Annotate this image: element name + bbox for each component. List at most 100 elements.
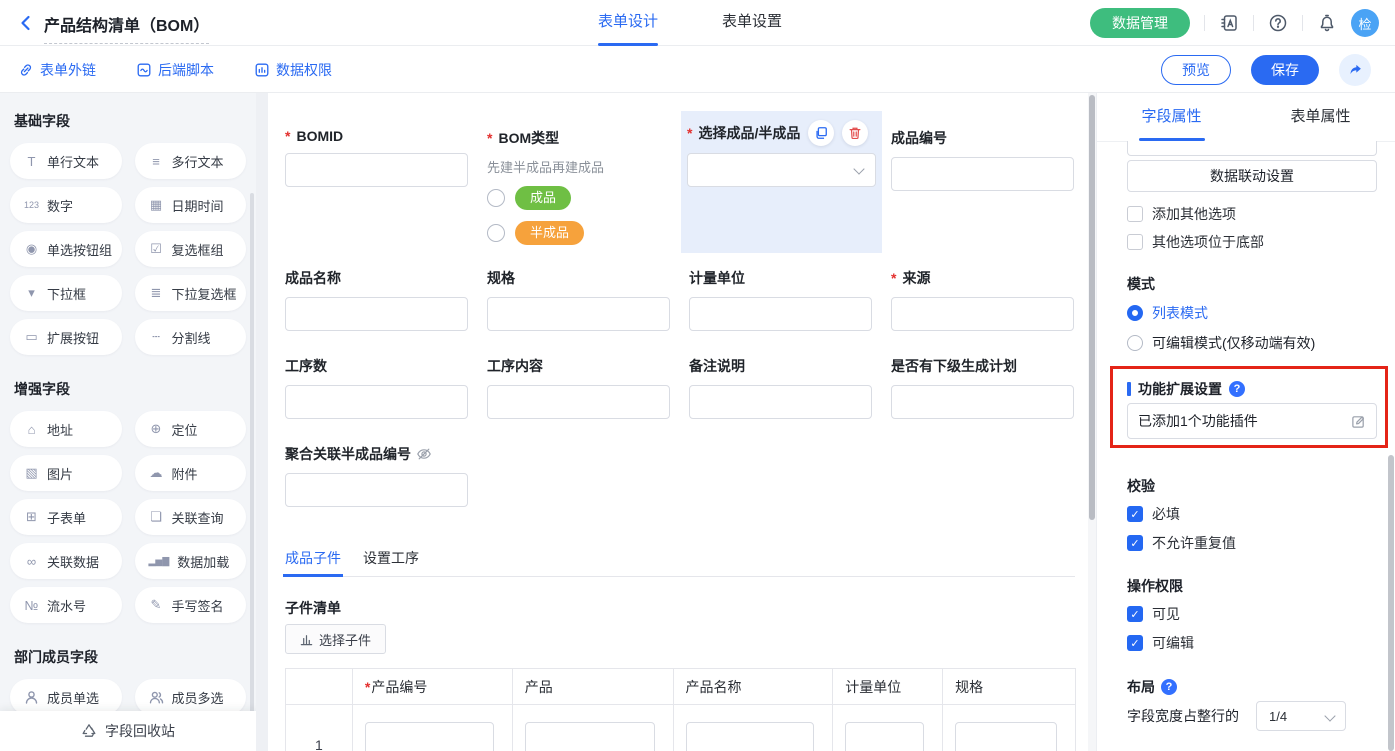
field-divider-line[interactable]: ┄分割线 [135,319,247,355]
field-multi-line-text[interactable]: ≡多行文本 [135,143,247,179]
form-external-link[interactable]: 表单外链 [18,60,96,80]
preview-button[interactable]: 预览 [1161,55,1231,85]
canvas-scrollbar[interactable] [1089,95,1095,520]
checkbox-editable[interactable]: ✓ 可编辑 [1127,633,1194,653]
cell-product-code-input[interactable] [365,722,494,751]
page-title[interactable]: 产品结构清单（BOM） [44,12,209,44]
field-single-line-text[interactable]: T单行文本 [10,143,122,179]
tab-finished-children[interactable]: 成品子件 [285,545,341,576]
radio-icon[interactable] [1127,335,1143,351]
field-dropdown-multi[interactable]: ≣下拉复选框 [135,275,247,311]
field-extend-button[interactable]: ▭扩展按钮 [10,319,122,355]
field-address[interactable]: ⌂地址 [10,411,122,447]
field-remark[interactable]: 备注说明 [689,356,872,419]
field-checkbox-group[interactable]: ☑复选框组 [135,231,247,267]
checkbox-required[interactable]: ✓ 必填 [1127,504,1180,524]
radio-circle[interactable] [487,189,505,207]
tab-form-design[interactable]: 表单设计 [598,0,658,46]
product-code-input[interactable] [891,157,1074,191]
field-image[interactable]: ▧图片 [10,455,122,491]
checkbox-icon[interactable] [1127,234,1143,250]
field-product-name[interactable]: 成品名称 [285,268,468,331]
scrolled-partial-input[interactable] [1127,141,1377,156]
source-input[interactable] [891,297,1074,331]
data-linkage-button[interactable]: 数据联动设置 [1127,160,1377,192]
backend-script-link[interactable]: 后端脚本 [136,60,214,80]
radio-circle[interactable] [487,224,505,242]
panel-scrollbar[interactable] [1388,455,1394,751]
field-process-count[interactable]: 工序数 [285,356,468,419]
field-recycle-bin[interactable]: 字段回收站 [0,711,256,751]
process-count-input[interactable] [285,385,468,419]
checkbox-no-duplicate[interactable]: ✓ 不允许重复值 [1127,533,1236,553]
field-serial-number[interactable]: №流水号 [10,587,122,623]
checkbox-checked-icon[interactable]: ✓ [1127,606,1143,622]
field-location[interactable]: ⊕定位 [135,411,247,447]
help-icon[interactable] [1268,13,1288,33]
field-has-sub-plan[interactable]: 是否有下级生成计划 [891,356,1074,419]
delete-field-button[interactable] [842,120,868,146]
field-attachment[interactable]: ☁附件 [135,455,247,491]
cell-product-name-input[interactable] [686,722,815,751]
spec-input[interactable] [487,297,670,331]
tab-form-settings[interactable]: 表单设置 [722,0,782,46]
field-radio-group[interactable]: ◉单选按钮组 [10,231,122,267]
remark-input[interactable] [689,385,872,419]
has-sub-plan-input[interactable] [891,385,1074,419]
data-manage-button[interactable]: 数据管理 [1090,8,1190,38]
copy-field-button[interactable] [808,120,834,146]
field-unit[interactable]: 计量单位 [689,268,872,331]
back-icon[interactable] [16,13,36,33]
tab-set-process[interactable]: 设置工序 [363,545,419,576]
field-signature[interactable]: ✎手写签名 [135,587,247,623]
checkbox-add-other-option[interactable]: 添加其他选项 [1127,204,1236,224]
extension-plugin-field[interactable]: 已添加1个功能插件 [1127,403,1377,439]
checkbox-checked-icon[interactable]: ✓ [1127,635,1143,651]
unit-input[interactable] [689,297,872,331]
notification-bell-icon[interactable] [1317,13,1337,33]
field-member-multi[interactable]: 成员多选 [135,679,247,715]
selected-field-block[interactable]: *选择成品/半成品 [681,111,882,253]
field-dropdown[interactable]: ▾下拉框 [10,275,122,311]
field-aggregate-semi-code[interactable]: 聚合关联半成品编号 [285,444,468,507]
radio-option-semi-finished[interactable]: 半成品 [487,221,670,245]
bomid-input[interactable] [285,153,468,187]
checkbox-checked-icon[interactable]: ✓ [1127,506,1143,522]
product-select-input[interactable] [687,153,876,187]
help-icon[interactable]: ? [1229,381,1245,397]
field-subform[interactable]: ⊞子表单 [10,499,122,535]
field-product-code[interactable]: 成品编号 [891,128,1074,191]
save-button[interactable]: 保存 [1251,55,1319,85]
field-related-data[interactable]: ∞关联数据 [10,543,122,579]
process-content-input[interactable] [487,385,670,419]
checkbox-other-option-bottom[interactable]: 其他选项位于底部 [1127,232,1264,252]
select-child-button[interactable]: 选择子件 [285,624,386,654]
checkbox-checked-icon[interactable]: ✓ [1127,535,1143,551]
field-width-select[interactable]: 1/4 [1256,701,1346,731]
radio-selected-icon[interactable] [1127,305,1143,321]
tab-field-properties[interactable]: 字段属性 [1097,93,1246,141]
sidebar-scrollbar[interactable] [250,193,254,713]
cell-unit-input[interactable] [845,722,924,751]
data-permission-link[interactable]: 数据权限 [254,60,332,80]
share-button[interactable] [1339,54,1371,86]
radio-option-finished[interactable]: 成品 [487,186,670,210]
field-member-single[interactable]: 成员单选 [10,679,122,715]
help-icon[interactable]: ? [1161,679,1177,695]
tab-form-properties[interactable]: 表单属性 [1246,93,1395,141]
radio-list-mode[interactable]: 列表模式 [1127,303,1208,323]
product-name-input[interactable] [285,297,468,331]
contact-book-icon[interactable] [1219,13,1239,33]
edit-icon[interactable] [1351,414,1366,429]
radio-editable-mode[interactable]: 可编辑模式(仅移动端有效) [1127,333,1315,353]
cell-spec-input[interactable] [955,722,1057,751]
field-source[interactable]: *来源 [891,268,1074,331]
aggregate-semi-code-input[interactable] [285,473,468,507]
field-related-query[interactable]: ❏关联查询 [135,499,247,535]
checkbox-visible[interactable]: ✓ 可见 [1127,604,1180,624]
field-data-load[interactable]: ▂▅▇数据加载 [135,543,247,579]
avatar[interactable]: 检 [1351,9,1379,37]
field-datetime[interactable]: ▦日期时间 [135,187,247,223]
field-bom-type[interactable]: *BOM类型 先建半成品再建成品 成品 半成品 [487,128,670,256]
field-spec[interactable]: 规格 [487,268,670,331]
